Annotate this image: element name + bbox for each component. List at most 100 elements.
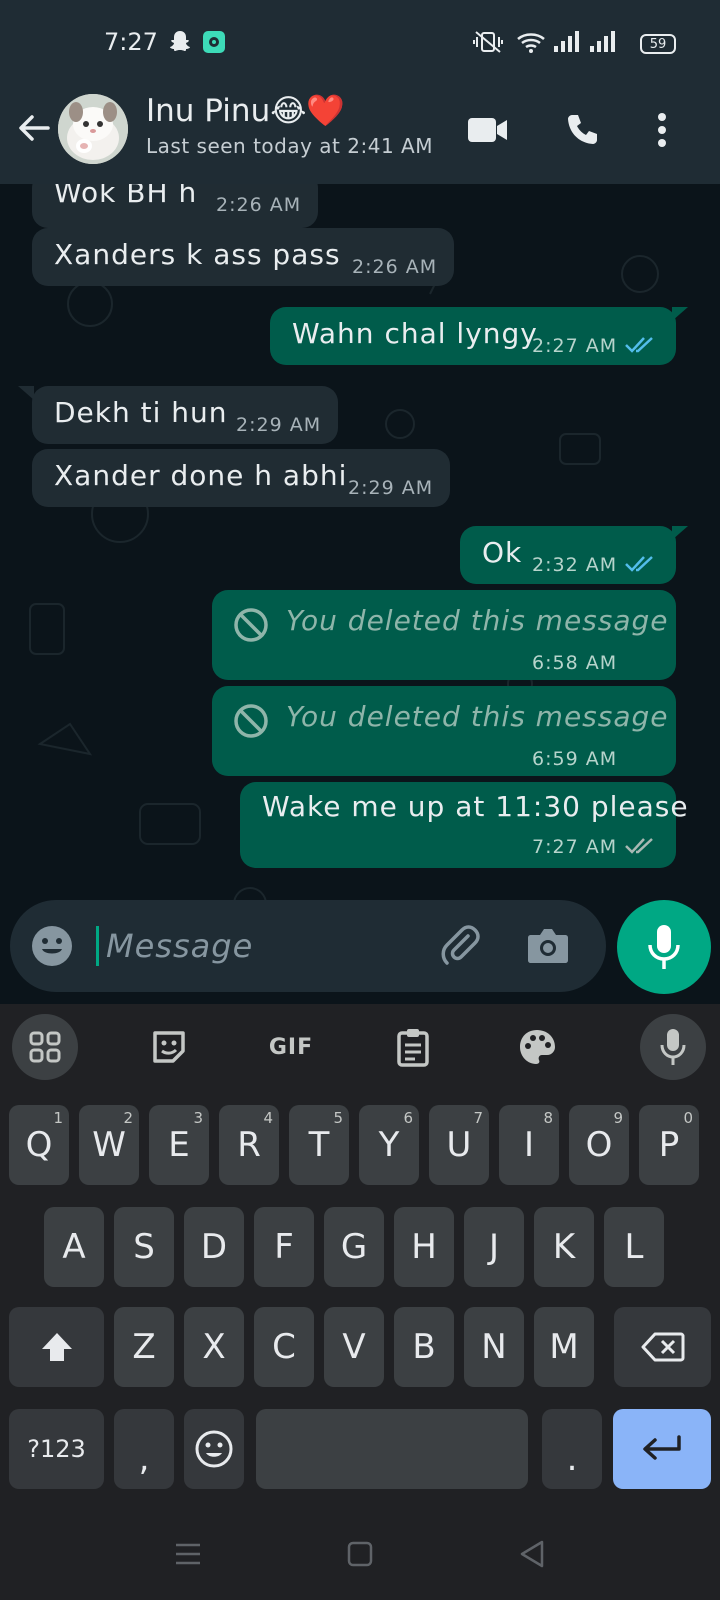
- message-bubble-outgoing[interactable]: Wahn chal lyngy 2:27 AM: [270, 307, 676, 365]
- key-j[interactable]: J: [464, 1207, 524, 1287]
- key-f[interactable]: F: [254, 1207, 314, 1287]
- space-key[interactable]: [256, 1409, 528, 1489]
- key-hint: 0: [683, 1109, 693, 1127]
- deleted-block-icon: [234, 704, 268, 738]
- message-time: 2:27 AM: [532, 335, 618, 357]
- avatar[interactable]: [58, 94, 128, 164]
- video-call-icon[interactable]: [464, 106, 512, 154]
- gif-button[interactable]: GIF: [258, 1014, 324, 1080]
- symbols-key[interactable]: ?123: [9, 1409, 104, 1489]
- key-label: T: [308, 1125, 330, 1165]
- vibrate-off-icon: [472, 28, 504, 56]
- message-bubble-incoming[interactable]: Dekh ti hun 2:29 AM: [32, 386, 338, 444]
- key-u[interactable]: U7: [429, 1105, 489, 1185]
- deleted-message-bubble[interactable]: You deleted this message 6:59 AM: [212, 686, 676, 776]
- key-p[interactable]: P0: [639, 1105, 699, 1185]
- key-e[interactable]: E3: [149, 1105, 209, 1185]
- apps-grid-icon[interactable]: [12, 1014, 78, 1080]
- key-label: B: [412, 1327, 436, 1367]
- key-label: A: [62, 1227, 86, 1267]
- message-bubble-incoming[interactable]: Xanders k ass pass 2:26 AM: [32, 228, 454, 286]
- key-a[interactable]: A: [44, 1207, 104, 1287]
- key-g[interactable]: G: [324, 1207, 384, 1287]
- key-d[interactable]: D: [184, 1207, 244, 1287]
- status-clock: 7:27: [104, 28, 158, 56]
- message-time: 2:29 AM: [348, 477, 434, 499]
- key-hint: 8: [543, 1109, 553, 1127]
- message-bubble-incoming[interactable]: Xander done h abhi 2:29 AM: [32, 449, 450, 507]
- key-label: I: [523, 1125, 535, 1165]
- key-h[interactable]: H: [394, 1207, 454, 1287]
- home-icon[interactable]: [340, 1534, 380, 1574]
- camera-icon[interactable]: [524, 922, 572, 970]
- key-hint: 5: [333, 1109, 343, 1127]
- contact-name[interactable]: Inu Pinu😂❤️: [146, 92, 345, 129]
- shift-key[interactable]: [9, 1307, 104, 1387]
- key-y[interactable]: Y6: [359, 1105, 419, 1185]
- key-hint: 4: [263, 1109, 273, 1127]
- chat-header: Inu Pinu😂❤️ Last seen today at 2:41 AM: [0, 88, 720, 184]
- key-x[interactable]: X: [184, 1307, 244, 1387]
- key-r[interactable]: R4: [219, 1105, 279, 1185]
- attach-icon[interactable]: [438, 922, 486, 970]
- key-hint: 2: [123, 1109, 133, 1127]
- theme-palette-icon[interactable]: [504, 1014, 570, 1080]
- message-bubble-outgoing[interactable]: Wake me up at 11:30 please 7:27 AM: [240, 782, 688, 868]
- key-v[interactable]: V: [324, 1307, 384, 1387]
- voice-call-icon[interactable]: [558, 106, 606, 154]
- key-label: Q: [25, 1125, 53, 1165]
- key-label: D: [200, 1227, 228, 1267]
- key-o[interactable]: O9: [569, 1105, 629, 1185]
- key-k[interactable]: K: [534, 1207, 594, 1287]
- key-label: P: [658, 1125, 680, 1165]
- back-arrow-icon[interactable]: [14, 108, 54, 148]
- recent-apps-icon[interactable]: [168, 1534, 208, 1574]
- keyboard-toolbar: GIF: [0, 1004, 720, 1092]
- key-hint: 1: [53, 1109, 63, 1127]
- more-options-icon[interactable]: [638, 106, 686, 154]
- message-time: 7:27 AM: [532, 836, 618, 858]
- key-n[interactable]: N: [464, 1307, 524, 1387]
- message-bubble-incoming[interactable]: Wok BH h 2:26 AM: [32, 184, 318, 228]
- key-i[interactable]: I8: [499, 1105, 559, 1185]
- message-list[interactable]: Wok BH h 2:26 AM Xanders k ass pass 2:26…: [0, 184, 720, 1004]
- key-s[interactable]: S: [114, 1207, 174, 1287]
- message-text: Xander done h abhi: [54, 459, 348, 492]
- message-time: 6:58 AM: [532, 652, 618, 674]
- key-q[interactable]: Q1: [9, 1105, 69, 1185]
- key-t[interactable]: T5: [289, 1105, 349, 1185]
- period-key[interactable]: .: [542, 1409, 602, 1489]
- key-w[interactable]: W2: [79, 1105, 139, 1185]
- emoji-key[interactable]: [184, 1409, 244, 1489]
- sticker-icon[interactable]: [136, 1014, 202, 1080]
- key-label: .: [566, 1439, 578, 1479]
- read-ticks-icon: [625, 556, 653, 572]
- key-z[interactable]: Z: [114, 1307, 174, 1387]
- top-bar: 7:27 59 Inu Pinu😂❤️ Last seen today at 2…: [0, 0, 720, 184]
- key-b[interactable]: B: [394, 1307, 454, 1387]
- enter-icon: [643, 1435, 681, 1460]
- key-label: Y: [378, 1125, 400, 1165]
- voice-message-button[interactable]: [617, 900, 711, 994]
- message-input[interactable]: [106, 920, 426, 972]
- key-c[interactable]: C: [254, 1307, 314, 1387]
- emoji-key-icon: [195, 1430, 233, 1468]
- key-label: ,: [138, 1439, 150, 1479]
- message-text: Xanders k ass pass: [54, 238, 341, 271]
- message-time: 2:26 AM: [216, 194, 302, 216]
- deleted-message-bubble[interactable]: You deleted this message 6:58 AM: [212, 590, 676, 680]
- system-nav-bar: [0, 1504, 720, 1600]
- key-l[interactable]: L: [604, 1207, 664, 1287]
- key-label: L: [624, 1227, 644, 1267]
- gif-label: GIF: [268, 1034, 314, 1060]
- message-bubble-outgoing[interactable]: Ok 2:32 AM: [460, 526, 676, 584]
- backspace-key[interactable]: [614, 1307, 711, 1387]
- comma-key[interactable]: ,: [114, 1409, 174, 1489]
- voice-input-icon[interactable]: [640, 1014, 706, 1080]
- enter-key[interactable]: [613, 1409, 711, 1489]
- message-text: Wahn chal lyngy: [292, 317, 538, 350]
- emoji-icon[interactable]: [28, 922, 76, 970]
- key-m[interactable]: M: [534, 1307, 594, 1387]
- clipboard-icon[interactable]: [380, 1014, 446, 1080]
- back-nav-icon[interactable]: [512, 1534, 552, 1574]
